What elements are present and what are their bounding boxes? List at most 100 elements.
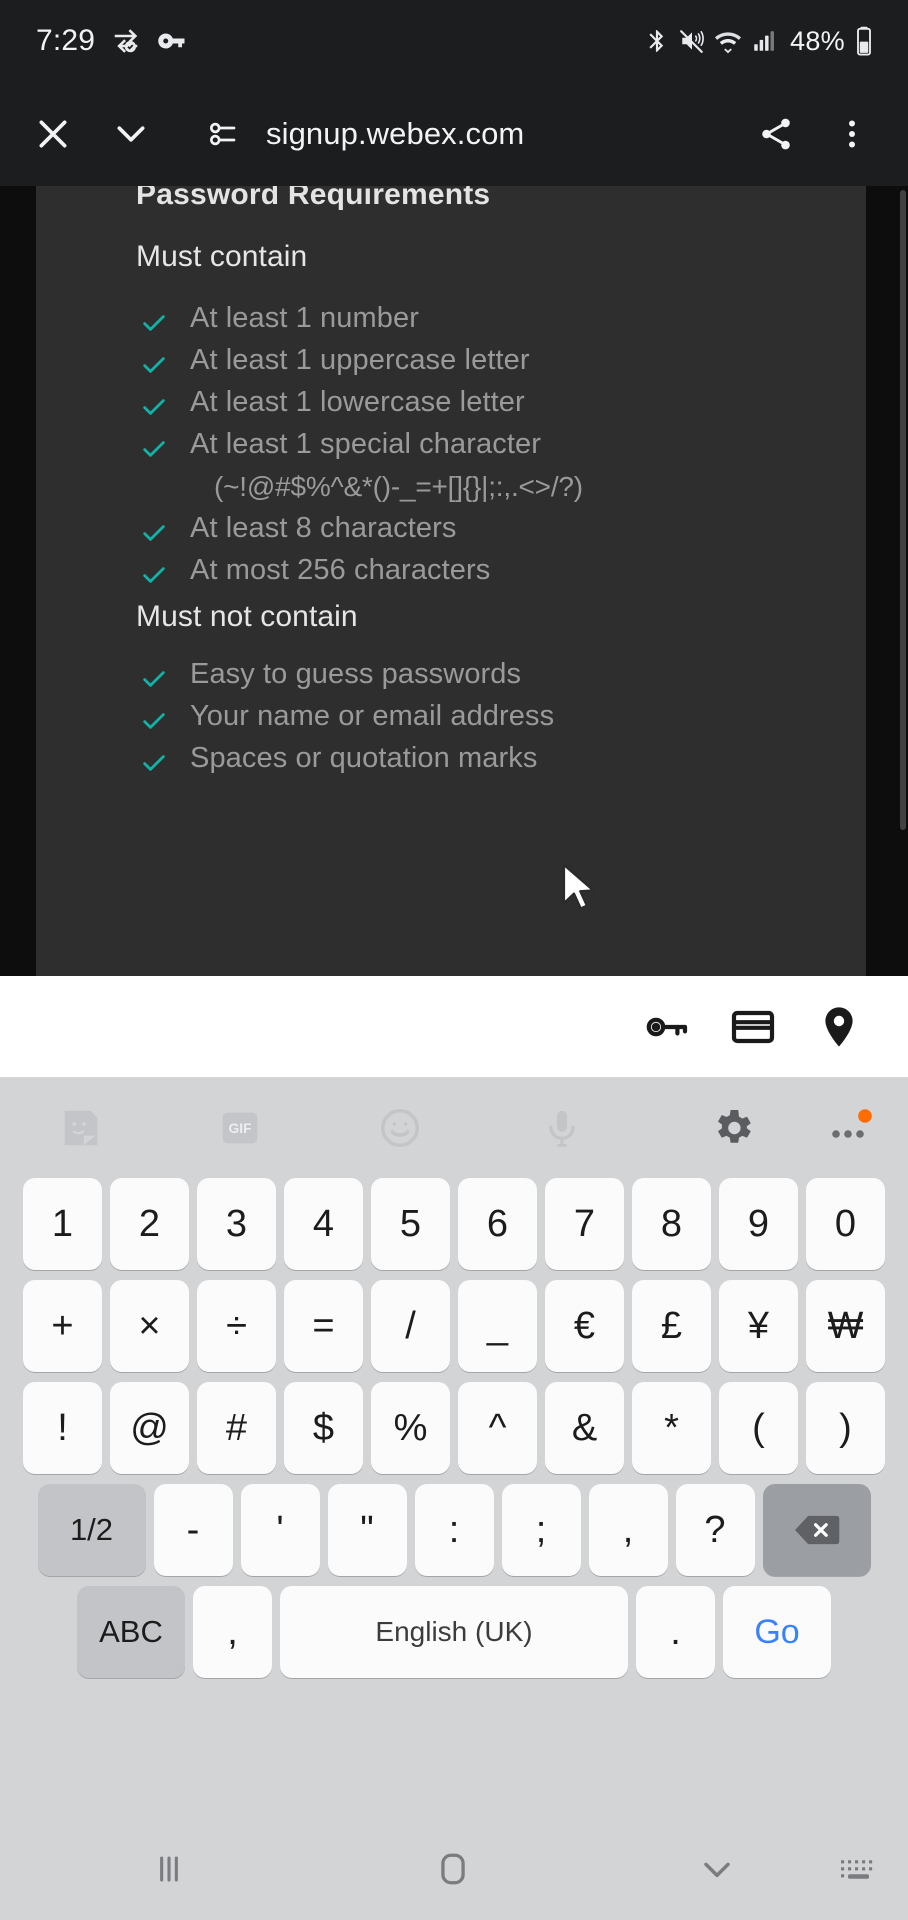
- key-colon[interactable]: :: [414, 1484, 494, 1576]
- backspace-icon[interactable]: [762, 1484, 871, 1576]
- key-apostrophe[interactable]: ': [240, 1484, 320, 1576]
- data-saver-icon: [111, 26, 141, 56]
- url-text[interactable]: signup.webex.com: [266, 116, 524, 152]
- key-yen[interactable]: ¥: [719, 1280, 798, 1372]
- status-bar-right: 48%: [644, 0, 874, 82]
- keyboard-row-5: ABC , English (UK) . Go: [0, 1586, 908, 1678]
- key-go[interactable]: Go: [723, 1586, 831, 1678]
- key-paren-close[interactable]: ): [806, 1382, 885, 1474]
- cell-signal-icon: [751, 28, 777, 54]
- key-3[interactable]: 3: [197, 1178, 276, 1270]
- requirement-label: Easy to guess passwords: [190, 658, 522, 690]
- key-won[interactable]: ₩: [806, 1280, 885, 1372]
- keyboard-row-3: ! @ # $ % ^ & * ( ): [0, 1382, 908, 1474]
- key-7[interactable]: 7: [545, 1178, 624, 1270]
- requirement-label: Spaces or quotation marks: [190, 742, 538, 774]
- key-8[interactable]: 8: [632, 1178, 711, 1270]
- key-underscore[interactable]: _: [458, 1280, 537, 1372]
- microphone-icon[interactable]: [520, 1078, 604, 1178]
- share-icon[interactable]: [748, 106, 804, 162]
- key-4[interactable]: 4: [284, 1178, 363, 1270]
- status-bar: 7:29 48%: [0, 0, 908, 82]
- key-space[interactable]: English (UK): [280, 1586, 628, 1678]
- emoji-icon[interactable]: [358, 1078, 442, 1178]
- battery-icon: [854, 26, 874, 56]
- wifi-icon: [714, 28, 742, 54]
- keyboard-toolbar: GIF: [0, 1078, 908, 1178]
- close-icon[interactable]: [22, 103, 84, 165]
- requirement-item: At least 1 number: [140, 302, 419, 342]
- page-scrollbar[interactable]: [900, 190, 906, 830]
- key-9[interactable]: 9: [719, 1178, 798, 1270]
- key-quote[interactable]: ": [327, 1484, 407, 1576]
- gif-icon[interactable]: GIF: [198, 1078, 282, 1178]
- system-navigation-bar: [0, 1818, 908, 1920]
- requirement-label: At least 8 characters: [190, 512, 457, 544]
- more-options-icon[interactable]: [808, 1078, 892, 1178]
- key-paren-open[interactable]: (: [719, 1382, 798, 1474]
- key-dollar[interactable]: $: [284, 1382, 363, 1474]
- key-hash[interactable]: #: [197, 1382, 276, 1474]
- check-icon: [140, 519, 168, 552]
- vpn-key-icon: [157, 26, 187, 56]
- must-contain-heading: Must contain: [136, 240, 308, 273]
- key-semicolon[interactable]: ;: [501, 1484, 581, 1576]
- key-slash[interactable]: /: [371, 1280, 450, 1372]
- key-at[interactable]: @: [110, 1382, 189, 1474]
- location-pin-icon[interactable]: [796, 984, 882, 1070]
- page-info-icon[interactable]: [196, 108, 248, 160]
- key-hyphen[interactable]: -: [153, 1484, 233, 1576]
- key-6[interactable]: 6: [458, 1178, 537, 1270]
- key-pound[interactable]: £: [632, 1280, 711, 1372]
- password-requirements-card: Password Requirements Must contain At le…: [36, 186, 866, 976]
- key-2[interactable]: 2: [110, 1178, 189, 1270]
- home-icon[interactable]: [408, 1818, 498, 1920]
- requirement-label: At most 256 characters: [190, 554, 491, 586]
- svg-text:GIF: GIF: [229, 1121, 252, 1136]
- settings-gear-icon[interactable]: [690, 1078, 774, 1178]
- key-ampersand[interactable]: &: [545, 1382, 624, 1474]
- requirement-label: Your name or email address: [190, 700, 555, 732]
- key-abc[interactable]: ABC: [77, 1586, 185, 1678]
- credit-card-icon[interactable]: [710, 984, 796, 1070]
- bluetooth-icon: [644, 28, 670, 54]
- key-question[interactable]: ?: [675, 1484, 755, 1576]
- check-icon: [140, 707, 168, 740]
- keyboard-rows: 1 2 3 4 5 6 7 8 9 0 + × ÷ = / _ € £ ¥ ₩ …: [0, 1178, 908, 1688]
- back-down-icon[interactable]: [672, 1818, 762, 1920]
- chevron-down-icon[interactable]: [100, 103, 162, 165]
- key-period[interactable]: .: [636, 1586, 715, 1678]
- password-key-icon[interactable]: [624, 984, 710, 1070]
- key-5[interactable]: 5: [371, 1178, 450, 1270]
- phone-screen: 7: 2 9 48% signup.webex.com Password Requi…: [0, 0, 908, 1920]
- key-comma-bottom[interactable]: ,: [193, 1586, 272, 1678]
- key-0[interactable]: 0: [806, 1178, 885, 1270]
- webview[interactable]: Password Requirements Must contain At le…: [0, 186, 908, 976]
- key-percent[interactable]: %: [371, 1382, 450, 1474]
- battery-percent: 48%: [790, 25, 845, 56]
- status-time: 7:29: [36, 24, 96, 57]
- requirement-item: At least 1 special character: [140, 428, 541, 468]
- key-comma[interactable]: ,: [588, 1484, 668, 1576]
- must-not-contain-heading: Must not contain: [136, 600, 358, 633]
- key-equals[interactable]: =: [284, 1280, 363, 1372]
- recents-icon[interactable]: [124, 1818, 214, 1920]
- keyboard-row-2: + × ÷ = / _ € £ ¥ ₩: [0, 1280, 908, 1372]
- requirement-item: At most 256 characters: [140, 554, 490, 594]
- key-caret[interactable]: ^: [458, 1382, 537, 1474]
- key-multiply[interactable]: ×: [110, 1280, 189, 1372]
- key-1[interactable]: 1: [23, 1178, 102, 1270]
- requirement-item: At least 1 uppercase letter: [140, 344, 530, 384]
- sticker-icon[interactable]: [38, 1078, 122, 1178]
- keyboard-switch-icon[interactable]: [810, 1818, 900, 1920]
- key-page-toggle[interactable]: 1/2: [37, 1484, 146, 1576]
- key-asterisk[interactable]: *: [632, 1382, 711, 1474]
- key-divide[interactable]: ÷: [197, 1280, 276, 1372]
- requirement-item: Easy to guess passwords: [140, 658, 521, 698]
- key-plus[interactable]: +: [23, 1280, 102, 1372]
- key-exclamation[interactable]: !: [23, 1382, 102, 1474]
- check-icon: [140, 393, 168, 426]
- overflow-menu-icon[interactable]: [824, 106, 880, 162]
- key-euro[interactable]: €: [545, 1280, 624, 1372]
- check-icon: [140, 309, 168, 342]
